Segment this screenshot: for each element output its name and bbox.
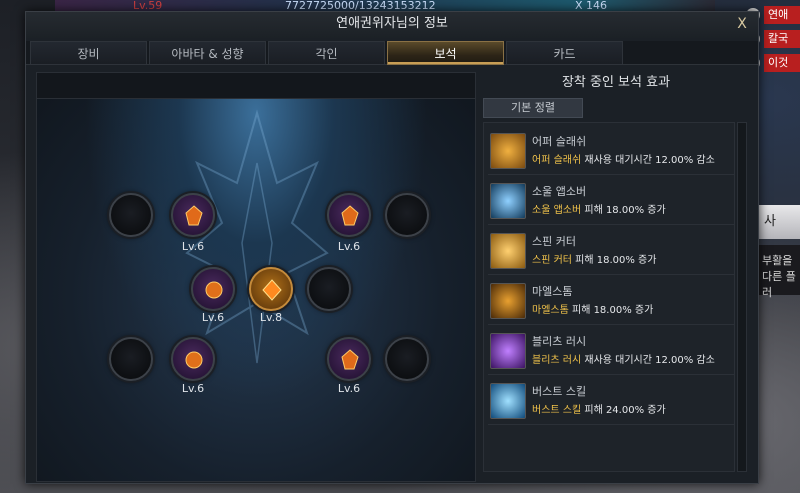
side-panel-line2: 다른 플러 [762,270,796,299]
maelstrom-icon [490,283,526,319]
effect-desc: 마엘스톰 피해 18.00% 증가 [532,305,654,316]
gem-level: Lv.8 [259,311,283,324]
gem-level: Lv.6 [181,382,205,395]
side-tag-1[interactable]: 칼국 [764,30,800,48]
effect-name: 블리츠 러시 [532,335,587,348]
effect-list: 어퍼 슬래쉬 어퍼 슬래쉬 재사용 대기시간 12.00% 감소 소울 앱소버 … [483,122,735,472]
gem-effects-panel: 장착 중인 보석 효과 기본 정렬 어퍼 슬래쉬 어퍼 슬래쉬 재사용 대기시간… [481,72,751,482]
sort-button[interactable]: 기본 정렬 [483,98,583,118]
gem-socket[interactable] [385,337,429,381]
tab-gems[interactable]: 보석 [387,41,504,65]
gem-socket[interactable] [109,337,153,381]
gem-icon [205,281,223,299]
list-item: 블리츠 러시 블리츠 러시 재사용 대기시간 12.00% 감소 [488,327,734,375]
gem-socket[interactable] [327,193,371,237]
tab-engraving[interactable]: 각인 [268,41,385,65]
gem-socket[interactable] [307,267,351,311]
gem-level: Lv.6 [201,311,225,324]
gem-socket[interactable] [191,267,235,311]
effect-name: 버스트 스킬 [532,385,587,398]
tab-cards[interactable]: 카드 [506,41,623,65]
effect-desc: 블리츠 러시 재사용 대기시간 12.00% 감소 [532,355,715,366]
effect-name: 스핀 커터 [532,235,576,248]
list-item: 소울 앱소버 소울 앱소버 피해 18.00% 증가 [488,177,734,225]
list-item: 마엘스톰 마엘스톰 피해 18.00% 증가 [488,277,734,325]
effect-desc: 스핀 커터 피해 18.00% 증가 [532,255,657,266]
tab-avatar[interactable]: 아바타 & 성향 [149,41,266,65]
gem-icon [262,279,282,301]
side-panel-line1: 부활을 [762,254,793,267]
burst-skill-icon [490,383,526,419]
side-info-panel: 부활을 다른 플러 [758,245,800,299]
gem-level: Lv.6 [181,240,205,253]
board-header [37,73,475,99]
effect-name: 어퍼 슬래쉬 [532,135,587,148]
side-tag-0[interactable]: 연애 [764,6,800,24]
gem-level: Lv.6 [337,240,361,253]
spin-cutter-icon [490,233,526,269]
gem-socket[interactable] [109,193,153,237]
gem-icon [185,205,203,226]
tab-equipment[interactable]: 장비 [30,41,147,65]
effect-desc: 어퍼 슬래쉬 재사용 대기시간 12.00% 감소 [532,155,715,166]
soul-absorber-icon [490,183,526,219]
close-button[interactable]: X [734,16,750,32]
dialog-title: 연애권위자님의 정보 [26,12,758,38]
effect-name: 마엘스톰 [532,285,573,298]
effect-name: 소울 앱소버 [532,185,587,198]
gem-socket[interactable] [249,267,293,311]
upper-slash-icon [490,133,526,169]
effect-desc: 소울 앱소버 피해 18.00% 증가 [532,205,666,216]
list-item: 스핀 커터 스핀 커터 피해 18.00% 증가 [488,227,734,275]
gem-icon [341,205,359,226]
gem-icon [185,351,203,369]
gem-board: Lv.6 Lv.6 Lv.6 Lv.8 Lv.6 Lv.6 [36,72,476,482]
list-item: 어퍼 슬래쉬 어퍼 슬래쉬 재사용 대기시간 12.00% 감소 [488,127,734,175]
effect-desc: 버스트 스킬 피해 24.00% 증가 [532,405,666,416]
gem-icon [341,349,359,370]
gem-socket[interactable] [327,337,371,381]
blitz-rush-icon [490,333,526,369]
player-info-dialog: 연애권위자님의 정보 X 장비 아바타 & 성향 각인 보석 카드 Lv.6 L… [25,11,759,484]
tab-bar: 장비 아바타 & 성향 각인 보석 카드 [26,41,758,65]
gem-socket[interactable] [171,193,215,237]
scrollbar[interactable] [737,122,747,472]
gem-socket[interactable] [171,337,215,381]
list-item: 버스트 스킬 버스트 스킬 피해 24.00% 증가 [488,377,734,425]
effects-title: 장착 중인 보석 효과 [561,75,671,90]
side-tag-2[interactable]: 이것 [764,54,800,72]
side-button[interactable]: 사 [758,205,800,239]
gem-socket[interactable] [385,193,429,237]
gem-level: Lv.6 [337,382,361,395]
